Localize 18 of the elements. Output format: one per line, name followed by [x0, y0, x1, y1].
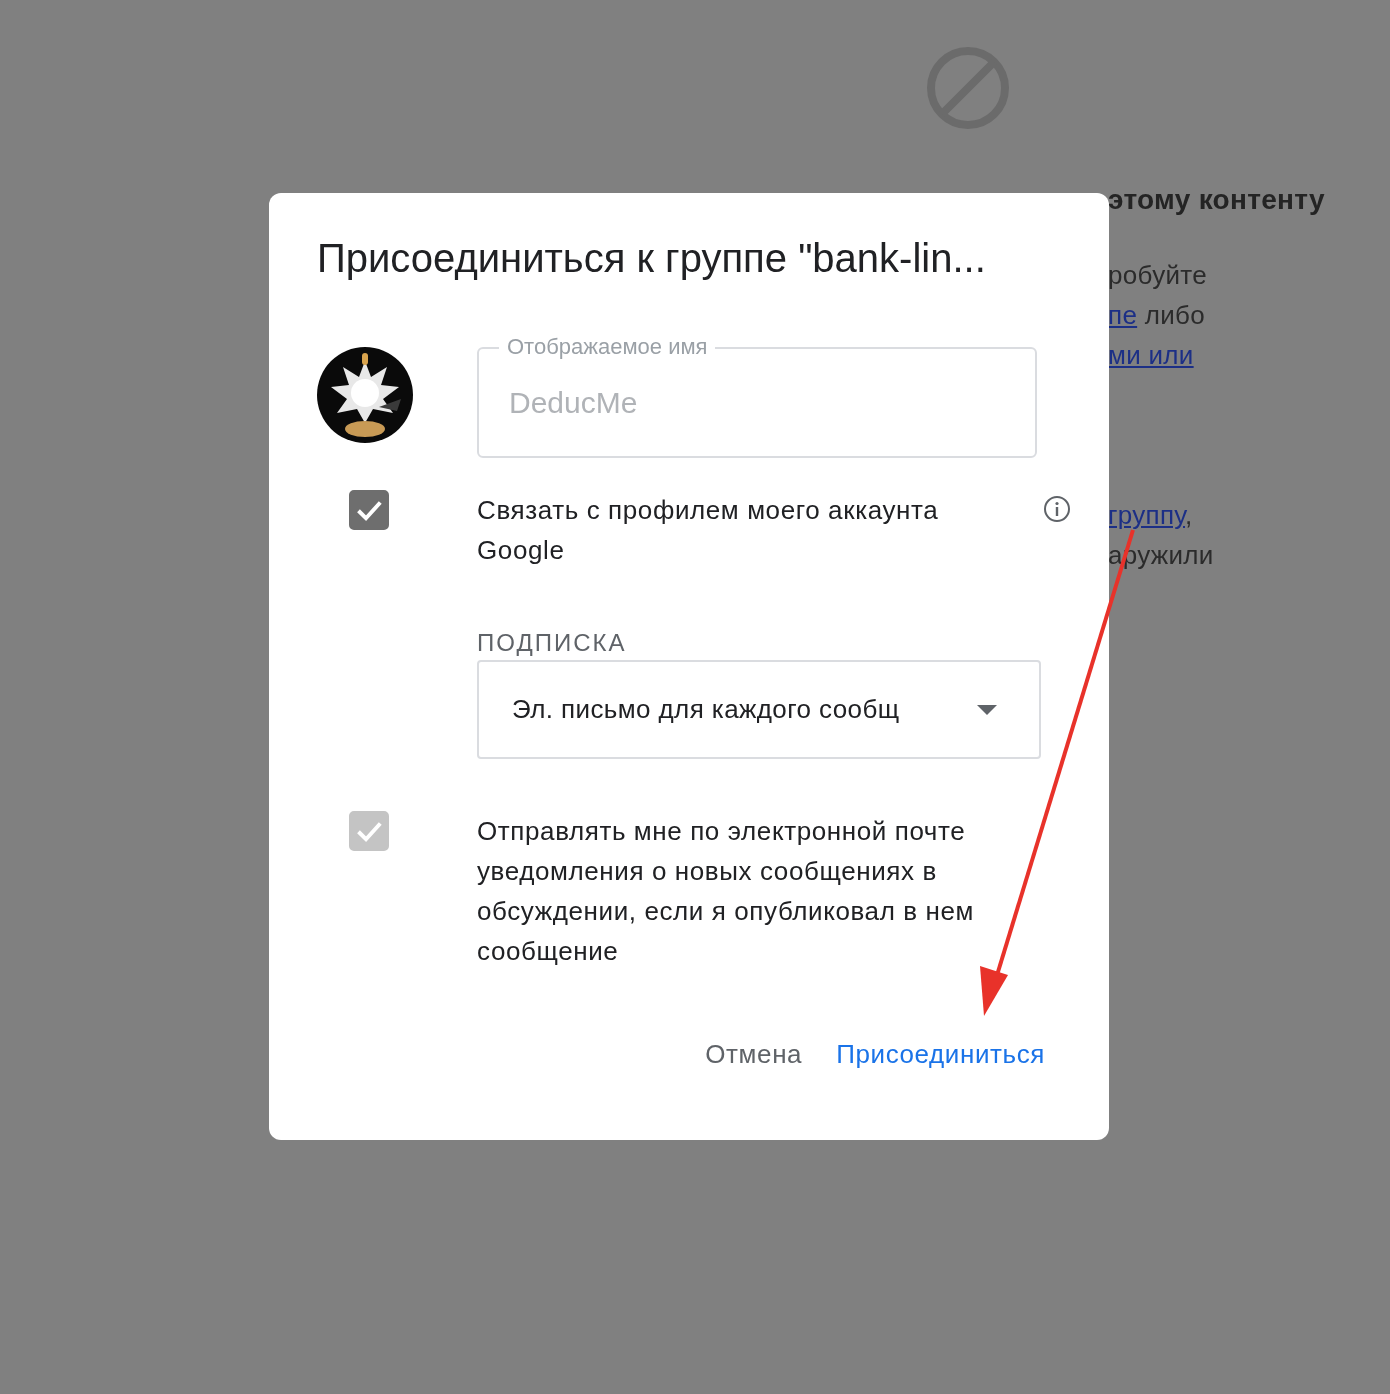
- body-text: либо: [1143, 300, 1205, 330]
- subscription-dropdown[interactable]: Эл. письмо для каждого сообщ: [477, 660, 1041, 759]
- field-label: Отображаемое имя: [499, 335, 716, 359]
- link[interactable]: ми или: [1108, 340, 1194, 370]
- checkbox-label: Связать с профилем моего аккаунта Google: [477, 494, 940, 567]
- cancel-button[interactable]: Отмена: [705, 1033, 803, 1076]
- dialog-title: Присоединиться к группе "bank-lin...: [317, 235, 986, 282]
- link[interactable]: группу: [1108, 500, 1185, 530]
- heading-text: этому контенту: [1108, 184, 1325, 215]
- section-label: ПОДПИСКА: [477, 628, 627, 658]
- info-icon: [1043, 495, 1071, 523]
- join-button[interactable]: Присоединиться: [836, 1033, 1045, 1076]
- body-text: робуйте: [1108, 260, 1207, 290]
- body-text: ,: [1185, 500, 1193, 530]
- caret-icon: [977, 704, 997, 715]
- link[interactable]: пе: [1108, 300, 1138, 330]
- checkbox[interactable]: [349, 490, 389, 530]
- checkbox-label: Отправлять мне по электронной почте уведомления о новых сообщениях в обсуждении, если я опубликовал в нем сообщение: [477, 815, 975, 968]
